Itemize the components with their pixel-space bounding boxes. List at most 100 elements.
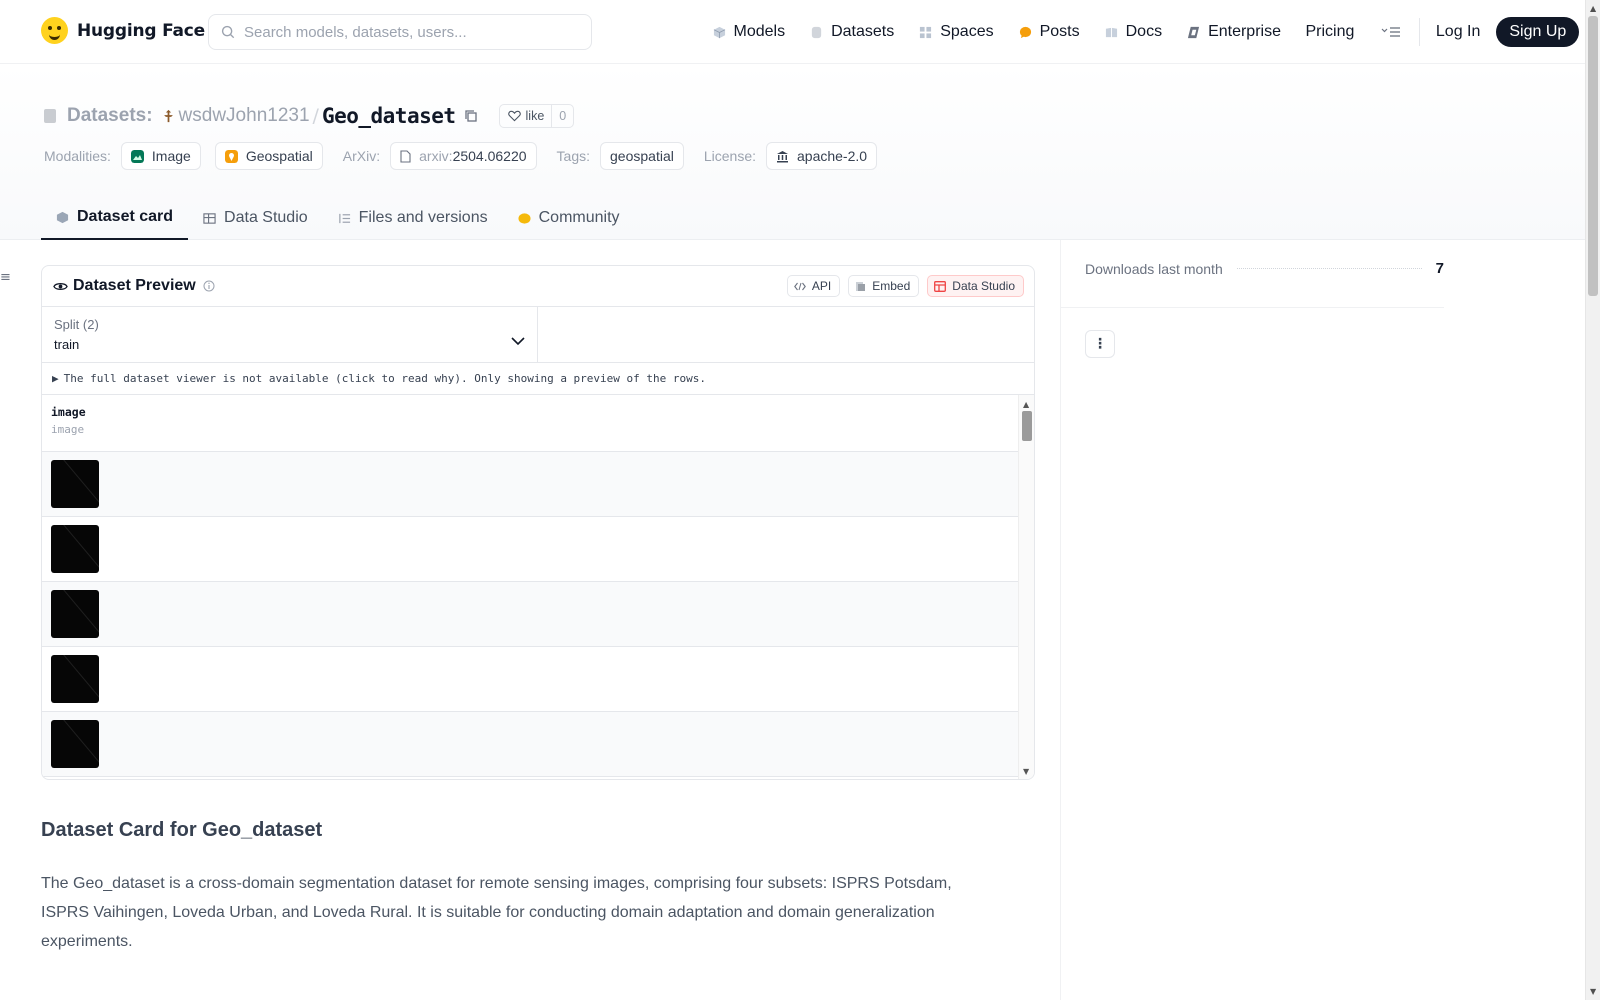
- column-type: image: [51, 423, 85, 436]
- nav-spaces-label: Spaces: [940, 23, 994, 40]
- downloads-value: 7: [1435, 260, 1444, 277]
- api-label: API: [811, 279, 832, 293]
- modality-label: Geospatial: [245, 148, 313, 164]
- scrollbar-thumb[interactable]: [1588, 16, 1598, 296]
- search-input[interactable]: [244, 23, 564, 41]
- copy-icon[interactable]: [464, 109, 478, 123]
- modality-chip-image[interactable]: Image: [120, 142, 201, 170]
- page-scrollbar[interactable]: ▲ ▼: [1585, 0, 1600, 1000]
- bank-icon: [777, 150, 788, 162]
- code-icon: [794, 282, 806, 290]
- downloads-label: Downloads last month: [1085, 260, 1223, 277]
- nav-docs[interactable]: Docs: [1092, 23, 1174, 41]
- nav-posts[interactable]: Posts: [1006, 23, 1092, 41]
- table-row[interactable]: [42, 582, 1020, 647]
- more-options-button[interactable]: ⋮: [1085, 330, 1115, 358]
- table-row[interactable]: [42, 647, 1020, 712]
- more-menu-icon[interactable]: [1367, 23, 1415, 42]
- dataset-icon: [44, 109, 56, 123]
- scroll-down-icon[interactable]: ▼: [1590, 987, 1596, 996]
- nav-docs-label: Docs: [1125, 23, 1163, 40]
- table-row[interactable]: [42, 712, 1020, 777]
- downloads-stat: Downloads last month 7: [1085, 260, 1444, 277]
- preview-table: image image ▲ ▼: [42, 395, 1034, 779]
- cube-icon: [713, 26, 725, 38]
- files-icon: [338, 213, 350, 223]
- brand-home-link[interactable]: Hugging Face: [41, 17, 205, 44]
- nav-datasets[interactable]: Datasets: [798, 23, 907, 41]
- top-navigation: Hugging Face Models Datasets Spaces Post…: [0, 0, 1585, 64]
- nav-datasets-label: Datasets: [831, 23, 895, 40]
- tab-files-and-versions[interactable]: Files and versions: [323, 196, 503, 240]
- tag-chip-geospatial[interactable]: geospatial: [600, 142, 684, 170]
- repo-owner-link[interactable]: wsdwJohn1231: [179, 105, 310, 127]
- image-thumbnail[interactable]: [51, 460, 99, 508]
- search-box[interactable]: [208, 14, 592, 50]
- heart-icon: [507, 110, 521, 122]
- tab-dataset-card[interactable]: Dataset card: [41, 196, 189, 240]
- scrollbar-thumb[interactable]: [1022, 411, 1032, 441]
- dataset-card-title: Dataset Card for Geo_dataset: [41, 819, 323, 841]
- tab-data-studio[interactable]: Data Studio: [188, 196, 323, 240]
- downloads-leader: [1236, 268, 1422, 269]
- nav-models[interactable]: Models: [700, 23, 798, 41]
- tab-label: Data Studio: [224, 209, 308, 226]
- signup-button[interactable]: Sign Up: [1496, 17, 1580, 47]
- scroll-down-icon[interactable]: ▼: [1023, 767, 1029, 776]
- info-icon[interactable]: [203, 280, 215, 292]
- nav-posts-label: Posts: [1039, 23, 1080, 40]
- nav-spaces[interactable]: Spaces: [907, 23, 1006, 41]
- preview-actions: API Embed Data Studio: [786, 275, 1024, 297]
- community-icon: [518, 212, 531, 224]
- database-icon: [811, 26, 822, 38]
- tab-label: Community: [538, 209, 620, 226]
- embed-icon: [856, 281, 866, 291]
- image-thumbnail[interactable]: [51, 525, 99, 573]
- disclosure-triangle-icon: ▶: [52, 372, 59, 385]
- scroll-up-icon[interactable]: ▲: [1590, 4, 1596, 13]
- repo-title-row: Datasets: wsdwJohn1231 / Geo_dataset lik…: [44, 100, 575, 132]
- hugging-face-logo-icon: [41, 17, 68, 44]
- modality-label: Image: [151, 148, 191, 164]
- chevron-down-icon: [511, 337, 525, 346]
- book-icon: [1105, 27, 1117, 37]
- image-thumbnail[interactable]: [51, 590, 99, 638]
- tab-community[interactable]: Community: [503, 196, 635, 240]
- table-scrollbar[interactable]: ▲ ▼: [1018, 395, 1034, 779]
- dataset-card-description: The Geo_dataset is a cross-domain segmen…: [41, 875, 952, 950]
- image-icon: [130, 149, 144, 163]
- preview-title: Dataset Preview: [73, 277, 196, 294]
- split-select[interactable]: Split (2) train: [42, 307, 538, 362]
- nav-pricing[interactable]: Pricing: [1293, 23, 1366, 41]
- repo-type-link[interactable]: Datasets:: [67, 105, 153, 127]
- eye-icon: [53, 282, 68, 290]
- arxiv-chip[interactable]: arxiv:2504.06220: [390, 142, 537, 170]
- like-label-wrap: like: [500, 105, 552, 127]
- grid-icon: [920, 26, 932, 38]
- api-button[interactable]: API: [786, 275, 841, 297]
- repo-tabs: Dataset card Data Studio Files and versi…: [41, 196, 635, 240]
- table-row[interactable]: [42, 517, 1020, 582]
- data-studio-button[interactable]: Data Studio: [927, 275, 1024, 297]
- sidebar-toggle-icon[interactable]: ≡: [0, 270, 11, 285]
- license-chip[interactable]: apache-2.0: [766, 142, 878, 170]
- like-button[interactable]: like 0: [498, 104, 575, 128]
- paper-icon: [400, 149, 411, 163]
- main-menu: Models Datasets Spaces Posts Docs Enterp…: [700, 0, 1580, 64]
- modality-chip-geospatial[interactable]: Geospatial: [214, 142, 323, 170]
- modalities-label: Modalities:: [44, 148, 111, 164]
- arxiv-id: arxiv:2504.06220: [419, 148, 526, 164]
- preview-header: Dataset Preview API Embed Data Studio: [42, 266, 1034, 307]
- scroll-up-icon[interactable]: ▲: [1023, 400, 1029, 409]
- nav-models-label: Models: [733, 23, 786, 40]
- login-link[interactable]: Log In: [1436, 23, 1480, 41]
- image-thumbnail[interactable]: [51, 720, 99, 768]
- license-label: License:: [703, 148, 756, 164]
- nav-enterprise[interactable]: Enterprise: [1175, 23, 1294, 41]
- image-thumbnail[interactable]: [51, 655, 99, 703]
- repo-name[interactable]: Geo_dataset: [322, 104, 456, 128]
- table-row[interactable]: [42, 452, 1020, 517]
- arxiv-label: ArXiv:: [342, 148, 381, 164]
- embed-button[interactable]: Embed: [848, 275, 920, 297]
- viewer-notice[interactable]: ▶ The full dataset viewer is not availab…: [42, 363, 1034, 395]
